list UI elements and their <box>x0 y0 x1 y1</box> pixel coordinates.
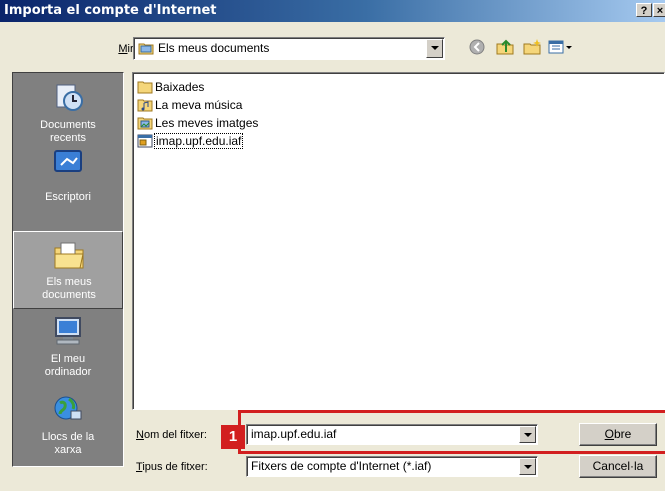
new-folder-icon[interactable] <box>521 36 543 58</box>
place-recent-documents[interactable]: Documents recents <box>13 75 123 153</box>
filetype-label-text: ipus de fitxer: <box>142 461 208 473</box>
iaf-file-icon <box>137 134 153 148</box>
place-desktop[interactable]: Escriptori <box>13 150 123 231</box>
my-computer-icon <box>51 315 85 347</box>
look-in-value: Els meus documents <box>158 41 270 55</box>
filetype-dropdown-button[interactable] <box>519 458 536 475</box>
folder-icon <box>137 80 153 94</box>
place-network-places-label: Llocs de la xarxa <box>41 431 95 456</box>
filetype-value: Fitxers de compte d'Internet (*.iaf) <box>251 459 432 473</box>
pictures-folder-icon <box>137 116 153 130</box>
list-item-label: Les meves imatges <box>155 116 259 130</box>
network-places-icon <box>51 393 85 425</box>
filename-label: Nom del fitxer: <box>136 429 207 441</box>
music-folder-icon <box>137 98 153 112</box>
place-my-documents[interactable]: Els meus documents <box>13 231 123 309</box>
place-network-places[interactable]: Llocs de la xarxa <box>13 387 123 465</box>
up-folder-icon[interactable] <box>494 36 516 58</box>
filename-label-text: om del fitxer: <box>143 429 207 441</box>
look-in-dropdown-button[interactable] <box>426 39 443 58</box>
place-my-documents-label: Els meus documents <box>42 276 96 301</box>
list-item-label: Baixades <box>155 80 205 94</box>
list-item-label: imap.upf.edu.iaf <box>153 133 244 149</box>
import-account-dialog: Importa el compte d'Internet ? × Mira a:… <box>0 0 665 491</box>
place-recent-documents-label: Documents recents <box>40 119 96 144</box>
place-my-computer[interactable]: El meu ordinador <box>13 309 123 387</box>
back-icon[interactable] <box>466 36 488 58</box>
views-menu-icon[interactable] <box>546 36 574 58</box>
help-button[interactable]: ? <box>636 3 652 17</box>
desktop-icon <box>51 147 85 179</box>
list-item-label: La meva música <box>155 98 243 112</box>
cancel-button[interactable]: Cancel·la <box>579 455 657 478</box>
filetype-label: Tipus de fitxer: <box>136 461 208 473</box>
folder-icon <box>138 41 154 55</box>
filetype-select[interactable]: Fitxers de compte d'Internet (*.iaf) <box>246 456 538 477</box>
recent-documents-icon <box>51 81 85 113</box>
annotation-number-badge: 1 <box>221 425 245 449</box>
annotation-highlight-box <box>238 410 665 454</box>
file-list[interactable]: Baixades La meva música Les meves imatge… <box>132 72 665 410</box>
my-documents-icon <box>52 240 86 272</box>
place-desktop-label: Escriptori <box>45 191 91 203</box>
window-title: Importa el compte d'Internet <box>4 3 217 18</box>
place-my-computer-label: El meu ordinador <box>44 353 92 378</box>
places-bar: Documents recents Escriptori Els meus docu… <box>12 72 124 467</box>
close-button[interactable]: × <box>653 3 665 17</box>
look-in-combobox[interactable]: Els meus documents <box>133 37 445 60</box>
title-bar: Importa el compte d'Internet ? × <box>0 0 665 22</box>
